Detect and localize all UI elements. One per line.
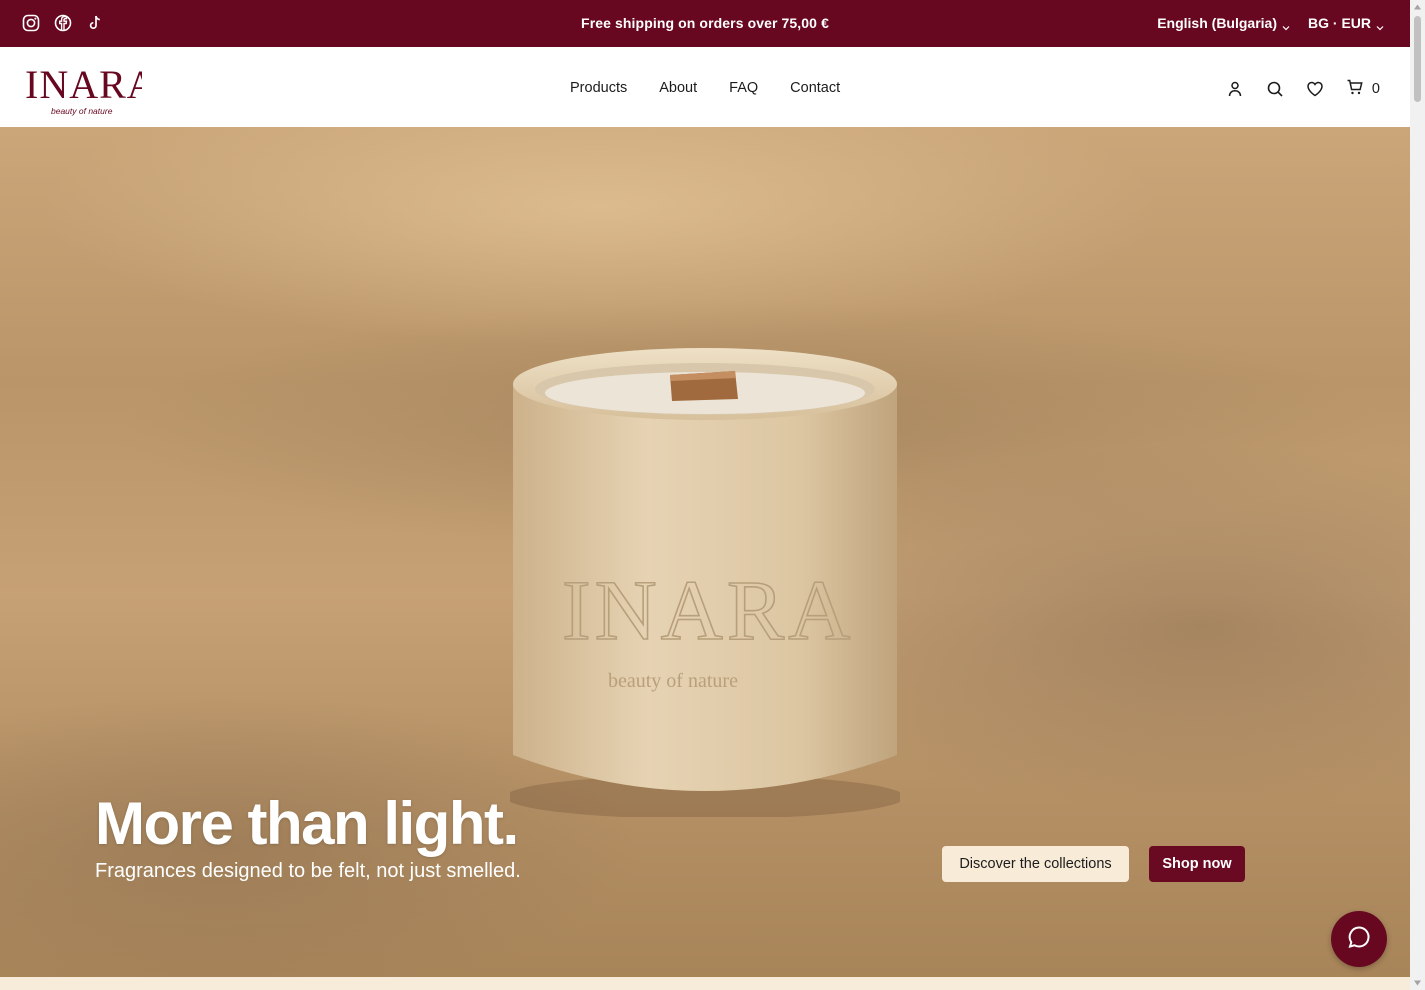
main-nav: Products About FAQ Contact: [570, 80, 840, 96]
svg-text:beauty of nature: beauty of nature: [608, 670, 738, 692]
currency-selector[interactable]: BG · EUR: [1308, 15, 1384, 31]
header-actions: 0: [1226, 78, 1380, 100]
candle-product-image: INARA beauty of nature: [510, 348, 900, 817]
svg-text:INARA: INARA: [25, 62, 142, 107]
chevron-down-icon: [1282, 19, 1290, 31]
next-section-edge: [0, 977, 1410, 990]
search-icon[interactable]: [1266, 80, 1284, 98]
svg-text:INARA: INARA: [562, 562, 854, 658]
chat-button[interactable]: [1331, 911, 1387, 967]
scroll-down-arrow-icon[interactable]: [1413, 979, 1422, 987]
nav-faq[interactable]: FAQ: [729, 80, 758, 96]
nav-about[interactable]: About: [659, 80, 697, 96]
cart-count: 0: [1371, 81, 1380, 97]
language-label: English (Bulgaria): [1157, 15, 1277, 31]
hero-banner: INARA beauty of nature More than light. …: [0, 127, 1410, 977]
page-scrollbar[interactable]: [1410, 0, 1425, 990]
cart-icon: [1346, 78, 1364, 100]
hero-title: More than light.: [95, 790, 519, 857]
language-selector[interactable]: English (Bulgaria): [1157, 15, 1290, 31]
chat-bubble-icon: [1346, 924, 1372, 955]
hero-subtitle: Fragrances designed to be felt, not just…: [95, 860, 521, 882]
locale-selectors: English (Bulgaria) BG · EUR: [1157, 15, 1384, 31]
site-header: INARA beauty of nature Products About FA…: [0, 47, 1410, 127]
svg-text:beauty of nature: beauty of nature: [51, 106, 113, 116]
scroll-up-arrow-icon[interactable]: [1413, 3, 1422, 11]
scrollbar-thumb[interactable]: [1414, 16, 1421, 102]
announcement-bar: Free shipping on orders over 75,00 € Eng…: [0, 0, 1410, 47]
currency-label: BG · EUR: [1308, 15, 1371, 31]
brand-logo[interactable]: INARA beauty of nature: [24, 59, 142, 117]
account-icon[interactable]: [1226, 80, 1244, 98]
nav-contact[interactable]: Contact: [790, 80, 840, 96]
nav-products[interactable]: Products: [570, 80, 627, 96]
discover-collections-button[interactable]: Discover the collections: [942, 846, 1129, 882]
cart-button[interactable]: 0: [1346, 78, 1380, 100]
chevron-down-icon: [1376, 19, 1384, 31]
wishlist-heart-icon[interactable]: [1306, 80, 1324, 98]
shop-now-button[interactable]: Shop now: [1149, 846, 1245, 882]
